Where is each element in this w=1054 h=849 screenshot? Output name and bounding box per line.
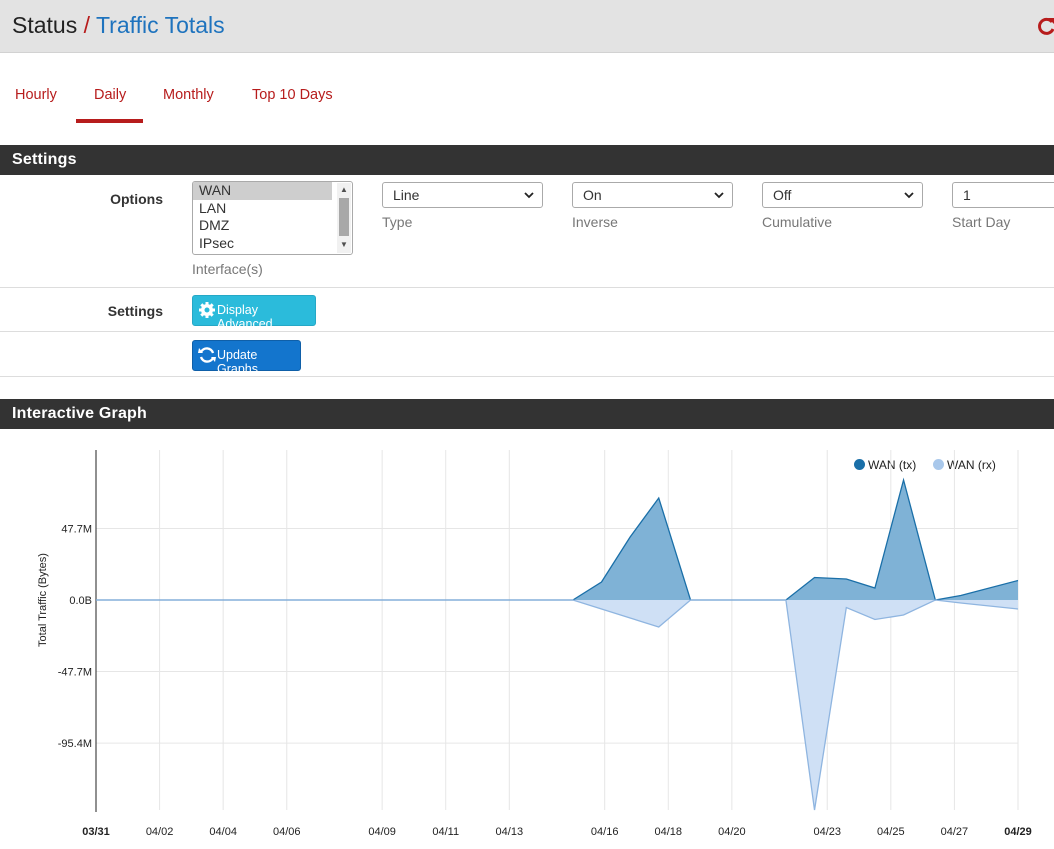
cumulative-label: Cumulative	[762, 214, 833, 230]
tab-monthly[interactable]: Monthly	[163, 87, 214, 103]
series-area-tx	[96, 480, 1018, 600]
x-tick-label: 04/29	[1004, 826, 1032, 838]
x-tick-label: 04/16	[591, 826, 619, 838]
inverse-select-value: On	[583, 187, 602, 203]
tab-top-10-days[interactable]: Top 10 Days	[252, 87, 333, 103]
type-select[interactable]: Line	[382, 182, 543, 208]
chevron-down-icon	[904, 192, 914, 199]
reload-icon[interactable]	[1037, 14, 1054, 38]
interface-listbox[interactable]: WAN LAN DMZ IPsec ▲ ▼	[192, 181, 353, 255]
settings-panel-title: Settings	[0, 145, 1054, 175]
tab-hourly[interactable]: Hourly	[15, 87, 57, 103]
inverse-select[interactable]: On	[572, 182, 733, 208]
scrollbar-thumb[interactable]	[339, 198, 349, 236]
row-divider	[0, 331, 1054, 332]
x-tick-label: 04/25	[877, 826, 905, 838]
start-day-value: 1	[963, 187, 971, 203]
x-tick-label: 04/13	[496, 826, 524, 838]
interface-option[interactable]: DMZ	[193, 217, 332, 235]
page-header: Status / Traffic Totals	[0, 0, 1054, 53]
x-tick-label: 04/18	[655, 826, 683, 838]
settings-row-label: Settings	[107, 303, 163, 319]
row-divider	[0, 376, 1054, 377]
x-tick-label: 04/02	[146, 826, 174, 838]
x-tick-label: 04/27	[941, 826, 969, 838]
breadcrumb: Status / Traffic Totals	[12, 12, 225, 39]
x-tick-label: 04/23	[813, 826, 841, 838]
cumulative-select[interactable]: Off	[762, 182, 923, 208]
row-divider	[0, 287, 1054, 288]
x-tick-label: 04/04	[209, 826, 237, 838]
x-tick-label: 04/06	[273, 826, 301, 838]
start-day-input[interactable]: 1	[952, 182, 1054, 208]
page-title[interactable]: Traffic Totals	[96, 12, 225, 38]
chevron-down-icon	[524, 192, 534, 199]
y-tick-label: 0.0B	[69, 595, 92, 607]
display-advanced-label: Display Advanced	[217, 303, 273, 331]
interface-option[interactable]: WAN	[193, 182, 332, 200]
scroll-up-icon[interactable]: ▲	[340, 185, 348, 194]
type-label: Type	[382, 214, 413, 230]
inverse-label: Inverse	[572, 214, 618, 230]
type-select-value: Line	[393, 187, 420, 203]
breadcrumb-root: Status	[12, 12, 78, 38]
listbox-scrollbar[interactable]: ▲ ▼	[337, 183, 351, 253]
tab-daily[interactable]: Daily	[94, 87, 126, 103]
x-tick-label: 03/31	[82, 826, 110, 838]
chevron-down-icon	[714, 192, 724, 199]
graph-panel-title: Interactive Graph	[0, 399, 1054, 429]
interfaces-label: Interface(s)	[192, 261, 263, 277]
y-axis-label: Total Traffic (Bytes)	[37, 553, 49, 647]
start-day-label: Start Day	[952, 214, 1011, 230]
y-tick-label: 47.7M	[61, 523, 92, 535]
options-label: Options	[110, 191, 163, 207]
series-line-rx	[96, 599, 1019, 811]
x-tick-label: 04/20	[718, 826, 746, 838]
scroll-down-icon[interactable]: ▼	[340, 240, 348, 249]
update-graphs-label: Update Graphs	[217, 348, 258, 376]
gear-icon	[199, 302, 215, 318]
refresh-icon	[198, 347, 216, 363]
display-advanced-button[interactable]: Display Advanced	[192, 295, 316, 331]
tab-bar: Hourly Daily Monthly Top 10 Days	[0, 53, 1054, 123]
active-tab-indicator	[76, 119, 143, 123]
cumulative-select-value: Off	[773, 187, 792, 203]
y-tick-label: -47.7M	[58, 667, 92, 679]
traffic-chart[interactable]: 47.7M 0.0B -47.7M -95.4M Total Traffic (Byte…	[0, 430, 1054, 849]
breadcrumb-separator: /	[83, 12, 90, 38]
interface-option[interactable]: IPsec	[193, 235, 332, 253]
update-graphs-button[interactable]: Update Graphs	[192, 340, 301, 376]
x-tick-label: 04/09	[368, 826, 396, 838]
interface-option[interactable]: LAN	[193, 200, 332, 218]
y-tick-label: -95.4M	[58, 738, 92, 750]
series-area-rx	[96, 600, 1018, 810]
x-tick-label: 04/11	[432, 826, 459, 838]
